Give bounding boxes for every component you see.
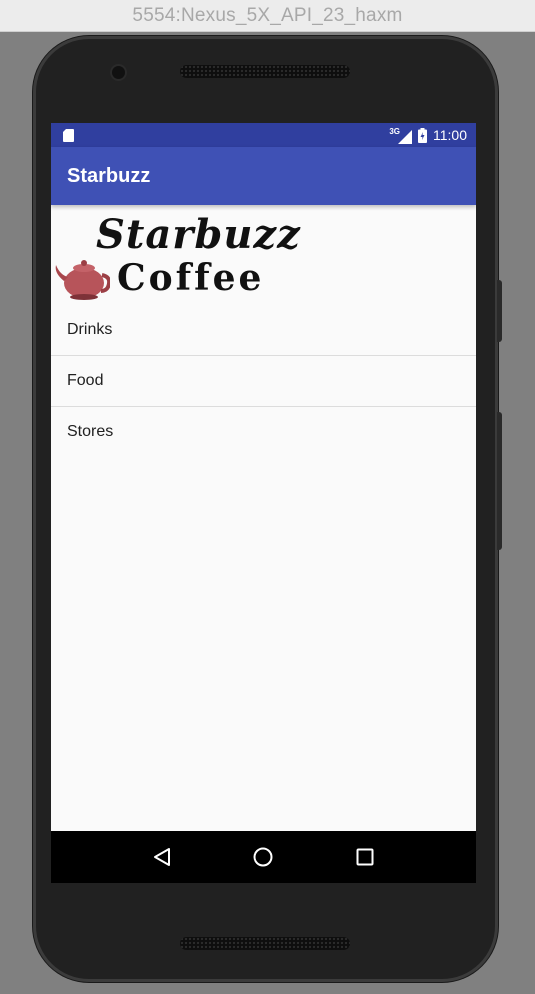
navigation-bar xyxy=(51,831,476,883)
status-bar: 3G 11:00 xyxy=(51,123,476,147)
logo-line-coffee: Coffee xyxy=(117,257,265,299)
device-screen: 3G 11:00 Starbuzz Starbuzz Coffee Drinks xyxy=(51,123,476,883)
list-item-stores[interactable]: Stores xyxy=(51,407,476,457)
sd-card-icon xyxy=(63,128,74,142)
options-list: Drinks Food Stores xyxy=(51,305,476,457)
logo-line-starbuzz: Starbuzz xyxy=(96,211,301,258)
volume-button[interactable] xyxy=(497,412,502,550)
battery-charging-icon xyxy=(418,127,427,143)
home-button[interactable] xyxy=(251,845,275,869)
recents-button[interactable] xyxy=(353,845,377,869)
emulator-window-title: 5554:Nexus_5X_API_23_haxm xyxy=(0,0,535,32)
top-speaker xyxy=(180,65,350,78)
app-bar: Starbuzz xyxy=(51,147,476,205)
back-button[interactable] xyxy=(150,845,174,869)
starbuzz-logo: Starbuzz Coffee xyxy=(51,205,476,305)
status-time: 11:00 xyxy=(433,127,467,143)
recents-icon xyxy=(356,848,374,866)
status-icons: 3G 11:00 xyxy=(389,127,467,144)
back-icon xyxy=(153,848,170,866)
front-camera xyxy=(112,66,125,79)
list-item-drinks[interactable]: Drinks xyxy=(51,305,476,356)
list-item-food[interactable]: Food xyxy=(51,356,476,407)
app-title: Starbuzz xyxy=(67,164,151,187)
signal-3g-icon: 3G xyxy=(389,127,412,144)
power-button[interactable] xyxy=(497,280,502,342)
teapot-icon xyxy=(55,260,110,300)
bottom-speaker xyxy=(180,937,350,950)
home-icon xyxy=(253,847,273,867)
